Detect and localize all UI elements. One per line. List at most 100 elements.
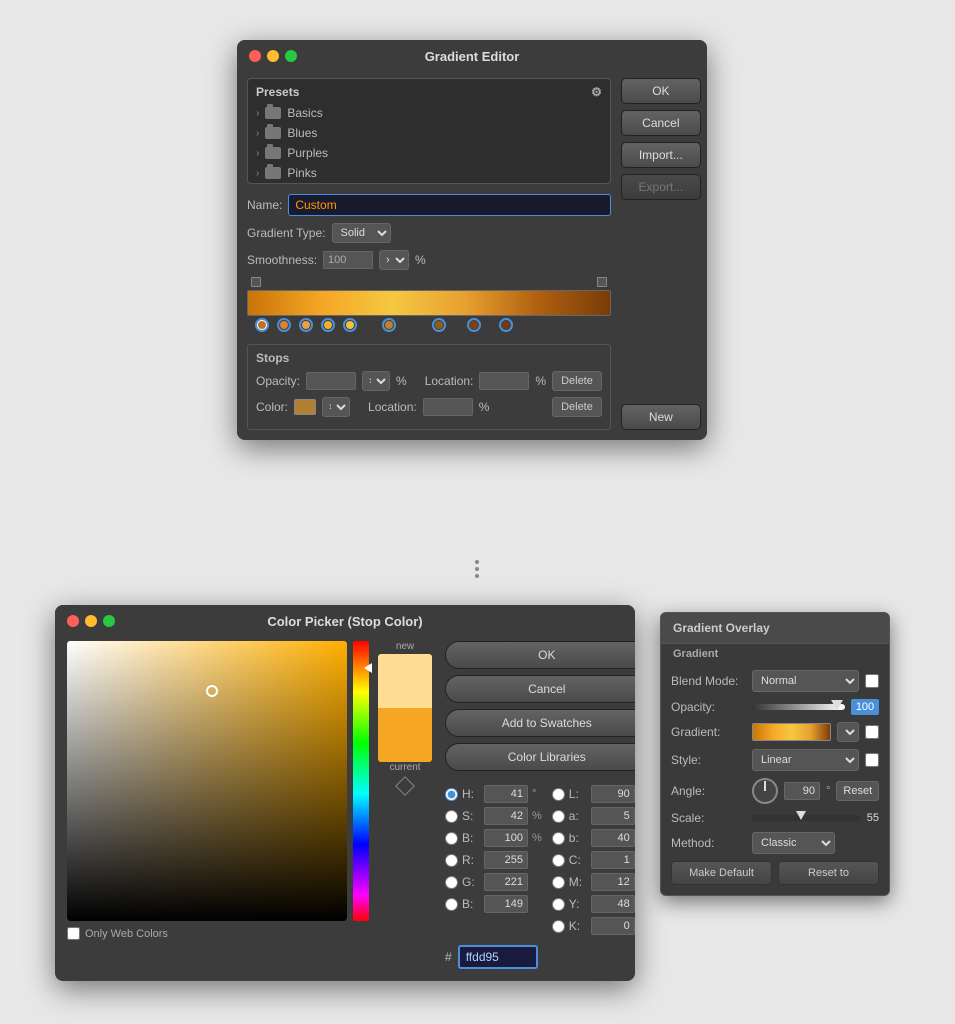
color-swatch[interactable]	[294, 399, 316, 415]
make-default-button[interactable]: Make Default	[671, 861, 772, 885]
opacity-delete-button[interactable]: Delete	[552, 371, 602, 391]
angle-dial[interactable]	[752, 778, 778, 804]
m-input[interactable]	[591, 873, 635, 891]
cp-close-button[interactable]	[67, 615, 79, 627]
color-stop-5[interactable]	[343, 318, 357, 332]
radio-r[interactable]	[445, 854, 458, 867]
opacity-dropdown[interactable]: ›	[362, 371, 390, 391]
swatch-new[interactable]	[378, 654, 432, 708]
cp-minimize-button[interactable]	[85, 615, 97, 627]
color-stop-4[interactable]	[321, 318, 335, 332]
gradient-bar[interactable]	[247, 290, 611, 316]
style-select[interactable]: Linear Radial Angle	[752, 749, 859, 771]
angle-input[interactable]	[784, 782, 820, 800]
c-input[interactable]	[591, 851, 635, 869]
a-input[interactable]	[591, 807, 635, 825]
s-input[interactable]	[484, 807, 528, 825]
radio-g[interactable]	[445, 876, 458, 889]
color-stop-7[interactable]	[432, 318, 446, 332]
h-input[interactable]	[484, 785, 528, 803]
color-location-input[interactable]	[423, 398, 473, 416]
reset-to-button[interactable]: Reset to	[778, 861, 879, 885]
radio-s[interactable]	[445, 810, 458, 823]
gradient-preview[interactable]	[752, 723, 831, 741]
import-button[interactable]: Import...	[621, 142, 701, 168]
angle-deg: °	[826, 785, 830, 797]
opacity-input[interactable]	[306, 372, 356, 390]
radio-a[interactable]	[552, 810, 565, 823]
name-input[interactable]	[288, 194, 611, 216]
radio-m[interactable]	[552, 876, 565, 889]
radio-b[interactable]	[445, 832, 458, 845]
radio-k[interactable]	[552, 920, 565, 933]
style-checkbox[interactable]	[865, 753, 879, 767]
color-canvas-area[interactable]: Only Web Colors	[67, 641, 347, 921]
preset-label-basics: Basics	[287, 106, 322, 120]
color-stop-9[interactable]	[499, 318, 513, 332]
m-label: M:	[569, 875, 587, 889]
swatch-current[interactable]	[378, 708, 432, 762]
minimize-button[interactable]	[267, 50, 279, 62]
opacity-location-input[interactable]	[479, 372, 529, 390]
angle-reset-button[interactable]: Reset	[836, 781, 879, 801]
l-input[interactable]	[591, 785, 635, 803]
k-input[interactable]	[591, 917, 635, 935]
opacity-slider-thumb	[831, 700, 843, 710]
color-delete-button[interactable]: Delete	[552, 397, 602, 417]
maximize-button[interactable]	[285, 50, 297, 62]
new-button[interactable]: New	[621, 404, 701, 430]
opacity-stop-left[interactable]	[251, 277, 261, 287]
gradient-type-select[interactable]: Solid Noise	[332, 223, 391, 243]
opacity-stop-right[interactable]	[597, 277, 607, 287]
close-button[interactable]	[249, 50, 261, 62]
r-input[interactable]	[484, 851, 528, 869]
blend-mode-select[interactable]: Normal Multiply Screen	[752, 670, 859, 692]
preset-item-basics[interactable]: › Basics	[248, 103, 610, 123]
ok-button[interactable]: OK	[621, 78, 701, 104]
cancel-button[interactable]: Cancel	[621, 110, 701, 136]
radio-lab[interactable]	[552, 788, 565, 801]
radio-brgb[interactable]	[445, 898, 458, 911]
opacity-slider-track[interactable]	[752, 704, 845, 710]
export-button[interactable]: Export...	[621, 174, 701, 200]
b-input[interactable]	[484, 829, 528, 847]
smoothness-input[interactable]	[323, 251, 373, 269]
cp-add-swatches-button[interactable]: Add to Swatches	[445, 709, 635, 737]
scale-slider-track[interactable]	[752, 815, 861, 821]
color-stop-8[interactable]	[467, 318, 481, 332]
cp-cancel-button[interactable]: Cancel	[445, 675, 635, 703]
g-input[interactable]	[484, 873, 528, 891]
cp-ok-button[interactable]: OK	[445, 641, 635, 669]
cp-maximize-button[interactable]	[103, 615, 115, 627]
gear-icon[interactable]: ⚙	[591, 85, 602, 99]
hex-input[interactable]	[458, 945, 538, 969]
brgb-input[interactable]	[484, 895, 528, 913]
gradient-checkbox[interactable]	[865, 725, 879, 739]
gradient-dropdown[interactable]: ›	[837, 722, 859, 742]
scale-label: Scale:	[671, 811, 746, 825]
scale-value: 55	[867, 812, 879, 824]
radio-blab[interactable]	[552, 832, 565, 845]
preset-item-purples[interactable]: › Purples	[248, 143, 610, 163]
preset-item-blues[interactable]: › Blues	[248, 123, 610, 143]
radio-hsb[interactable]	[445, 788, 458, 801]
y-input[interactable]	[591, 895, 635, 913]
color-stop-1[interactable]	[255, 318, 269, 332]
blab-input[interactable]	[591, 829, 635, 847]
method-select[interactable]: Classic Perceptual	[752, 832, 835, 854]
color-stop-2[interactable]	[277, 318, 291, 332]
blend-mode-checkbox[interactable]	[865, 674, 879, 688]
hue-strip[interactable]	[353, 641, 369, 921]
only-web-colors-checkbox[interactable]	[67, 927, 80, 940]
radio-c[interactable]	[552, 854, 565, 867]
color-canvas[interactable]	[67, 641, 347, 921]
smoothness-dropdown[interactable]: ›	[379, 250, 409, 270]
color-stop-6[interactable]	[382, 318, 396, 332]
dot-3	[475, 574, 479, 578]
radio-y[interactable]	[552, 898, 565, 911]
color-dropdown[interactable]: ›	[322, 397, 350, 417]
scale-slider-thumb	[796, 811, 806, 820]
preset-item-pinks[interactable]: › Pinks	[248, 163, 610, 183]
cp-color-libraries-button[interactable]: Color Libraries	[445, 743, 635, 771]
color-stop-3[interactable]	[299, 318, 313, 332]
